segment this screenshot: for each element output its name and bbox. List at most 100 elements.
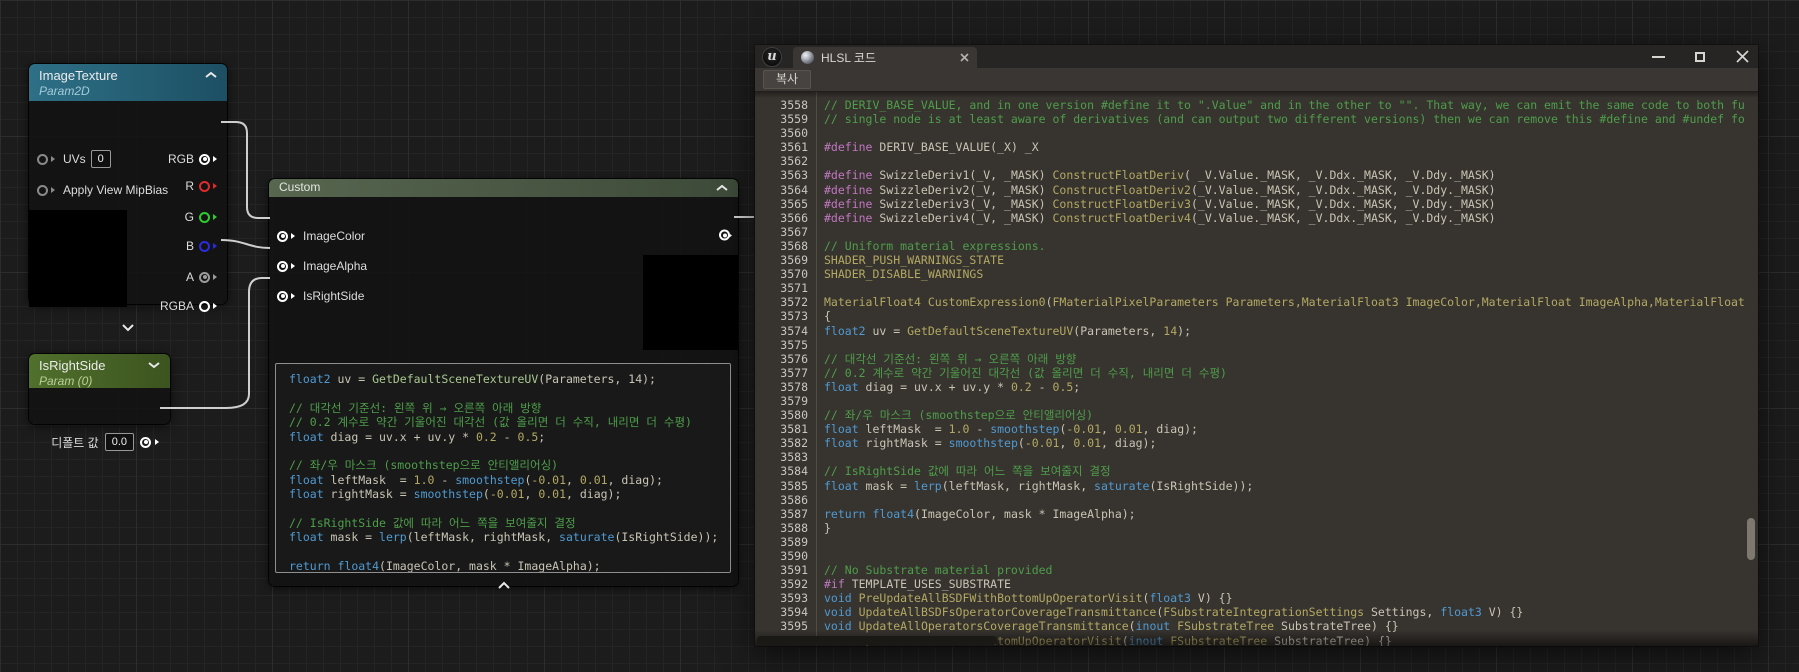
wire-rgb-to-imagecolor bbox=[221, 122, 270, 218]
code-line: 3560 bbox=[755, 126, 1758, 140]
code-line: 3582float rightMask = smoothstep(-0.01, … bbox=[755, 436, 1758, 450]
code-line: 3594void UpdateAllBSDFsOperatorCoverageT… bbox=[755, 605, 1758, 619]
node-code-line: float2 uv = GetDefaultSceneTextureUV(Par… bbox=[289, 372, 730, 386]
code-top-shadow bbox=[755, 92, 1758, 98]
code-line: 3569SHADER_PUSH_WARNINGS_STATE bbox=[755, 253, 1758, 267]
code-line: 3593void PreUpdateAllBSDFWithBottomUpOpe… bbox=[755, 591, 1758, 605]
node-title: IsRightSide bbox=[39, 358, 142, 374]
pin-icon[interactable] bbox=[199, 181, 210, 192]
code-line: 3589 bbox=[755, 535, 1758, 549]
window-close-button[interactable] bbox=[1734, 49, 1750, 65]
input-apply-view-mipbias[interactable]: Apply View MipBias bbox=[37, 183, 168, 197]
code-line: 3591// No Substrate material provided bbox=[755, 563, 1758, 577]
param-output-pin[interactable] bbox=[140, 437, 151, 448]
window-maximize-button[interactable] bbox=[1692, 49, 1708, 65]
node-code-line: // 대각선 기준선: 왼쪽 위 → 오른쪽 아래 방향 bbox=[289, 401, 730, 415]
output-label: R bbox=[185, 179, 194, 193]
chevron-down-icon[interactable] bbox=[121, 323, 135, 332]
tab-hlsl-code[interactable]: HLSL 코드 bbox=[793, 47, 977, 68]
output-b[interactable]: B bbox=[186, 239, 220, 253]
code-line: 3592#if TEMPLATE_USES_SUBSTRATE bbox=[755, 577, 1758, 591]
chevron-up-icon[interactable] bbox=[497, 581, 511, 590]
input-label: Apply View MipBias bbox=[63, 183, 168, 197]
node-imagetexture[interactable]: ImageTexture Param2D UVs 0 Apply View MipB… bbox=[29, 64, 227, 304]
pin-icon[interactable] bbox=[199, 212, 210, 223]
pin-icon[interactable] bbox=[277, 231, 288, 242]
code-line: 3570SHADER_DISABLE_WARNINGS bbox=[755, 267, 1758, 281]
material-sphere-icon bbox=[801, 51, 814, 64]
output-rgba[interactable]: RGBA bbox=[160, 299, 220, 313]
chevron-down-icon[interactable] bbox=[148, 361, 160, 369]
node-imagetexture-header[interactable]: ImageTexture Param2D bbox=[29, 64, 227, 101]
node-code-line: float diag = uv.x + uv.y * 0.2 - 0.5; bbox=[289, 430, 730, 444]
output-r[interactable]: R bbox=[185, 179, 220, 193]
pin-icon[interactable] bbox=[277, 261, 288, 272]
output-label: B bbox=[186, 239, 194, 253]
input-imagealpha[interactable]: ImageAlpha bbox=[277, 259, 367, 273]
node-code-line bbox=[289, 545, 730, 559]
copy-button[interactable]: 복사 bbox=[763, 70, 811, 89]
output-a[interactable]: A bbox=[186, 270, 220, 284]
output-label: RGB bbox=[168, 152, 194, 166]
code-line: 3566#define SwizzleDeriv4(_V, _MASK) Con… bbox=[755, 211, 1758, 225]
node-code-line bbox=[289, 502, 730, 516]
window-titlebar[interactable]: u HLSL 코드 bbox=[755, 45, 1758, 68]
gutter-separator bbox=[816, 92, 817, 646]
pin-icon[interactable] bbox=[277, 291, 288, 302]
custom-output-pin[interactable] bbox=[719, 230, 735, 241]
node-custom[interactable]: Custom float2 uv = GetDefaultSceneTextur… bbox=[269, 179, 738, 586]
code-line: 3563#define SwizzleDeriv1(_V, _MASK) Con… bbox=[755, 168, 1758, 182]
node-code-line bbox=[289, 386, 730, 400]
code-line: 3573{ bbox=[755, 309, 1758, 323]
tab-title: HLSL 코드 bbox=[821, 49, 953, 66]
pin-icon[interactable] bbox=[199, 154, 210, 165]
node-isrightside[interactable]: IsRightSide Param (0) 디폴트 값 0.0 bbox=[29, 354, 170, 424]
code-line: 3581float leftMask = 1.0 - smoothstep(-0… bbox=[755, 422, 1758, 436]
code-line: 3572MaterialFloat4 CustomExpression0(FMa… bbox=[755, 295, 1758, 309]
code-line: 3588} bbox=[755, 521, 1758, 535]
pin-icon[interactable] bbox=[199, 272, 210, 283]
input-label: UVs bbox=[63, 152, 86, 166]
wire-a-to-imagealpha bbox=[221, 240, 270, 248]
node-custom-header[interactable]: Custom bbox=[269, 179, 738, 197]
pin-icon[interactable] bbox=[37, 154, 48, 165]
tab-close-icon[interactable] bbox=[960, 53, 969, 62]
input-isrightside[interactable]: IsRightSide bbox=[277, 289, 364, 303]
chevron-up-icon[interactable] bbox=[205, 71, 217, 79]
node-code-line: // 좌/우 마스크 (smoothstep으로 안티앨리어싱) bbox=[289, 458, 730, 472]
code-line: 3561#define DERIV_BASE_VALUE(_X) _X bbox=[755, 140, 1758, 154]
code-line: 3567 bbox=[755, 225, 1758, 239]
code-line: 3583 bbox=[755, 450, 1758, 464]
node-title: Custom bbox=[279, 180, 710, 195]
code-line: 3559// single node is at least aware of … bbox=[755, 112, 1758, 126]
default-value-box[interactable]: 0.0 bbox=[105, 433, 134, 451]
material-graph-canvas[interactable]: ImageTexture Param2D UVs 0 Apply View MipB… bbox=[0, 0, 1799, 672]
vertical-scrollbar-thumb[interactable] bbox=[1747, 518, 1755, 560]
hlsl-code-area[interactable]: 3558// DERIV_BASE_VALUE, and in one vers… bbox=[755, 92, 1758, 646]
output-label: A bbox=[186, 270, 194, 284]
input-value-box[interactable]: 0 bbox=[91, 150, 111, 168]
code-line: 3585float mask = lerp(leftMask, rightMas… bbox=[755, 479, 1758, 493]
horizontal-scrollbar-thumb[interactable] bbox=[757, 636, 997, 645]
node-subtitle: Param2D bbox=[39, 84, 199, 98]
code-line: 3568// Uniform material expressions. bbox=[755, 239, 1758, 253]
node-isrightside-header[interactable]: IsRightSide Param (0) bbox=[29, 354, 170, 388]
input-label: ImageAlpha bbox=[303, 259, 367, 273]
input-uvs[interactable]: UVs 0 bbox=[37, 150, 111, 168]
output-g[interactable]: G bbox=[185, 210, 220, 224]
window-minimize-button[interactable] bbox=[1650, 49, 1666, 65]
node-code-line: float rightMask = smoothstep(-0.01, 0.01… bbox=[289, 487, 730, 501]
chevron-up-icon[interactable] bbox=[716, 184, 728, 192]
pin-icon[interactable] bbox=[199, 241, 210, 252]
code-line: 3586 bbox=[755, 493, 1758, 507]
input-imagecolor[interactable]: ImageColor bbox=[277, 229, 365, 243]
pin-icon[interactable] bbox=[199, 301, 210, 312]
node-title: ImageTexture bbox=[39, 68, 199, 84]
pin-icon[interactable] bbox=[37, 185, 48, 196]
custom-node-code[interactable]: float2 uv = GetDefaultSceneTextureUV(Par… bbox=[275, 363, 731, 573]
node-code-line: float leftMask = 1.0 - smoothstep(-0.01,… bbox=[289, 473, 730, 487]
custom-preview bbox=[643, 255, 738, 350]
code-line: 3578float diag = uv.x + uv.y * 0.2 - 0.5… bbox=[755, 380, 1758, 394]
code-line: 3571 bbox=[755, 281, 1758, 295]
output-rgb[interactable]: RGB bbox=[168, 152, 220, 166]
